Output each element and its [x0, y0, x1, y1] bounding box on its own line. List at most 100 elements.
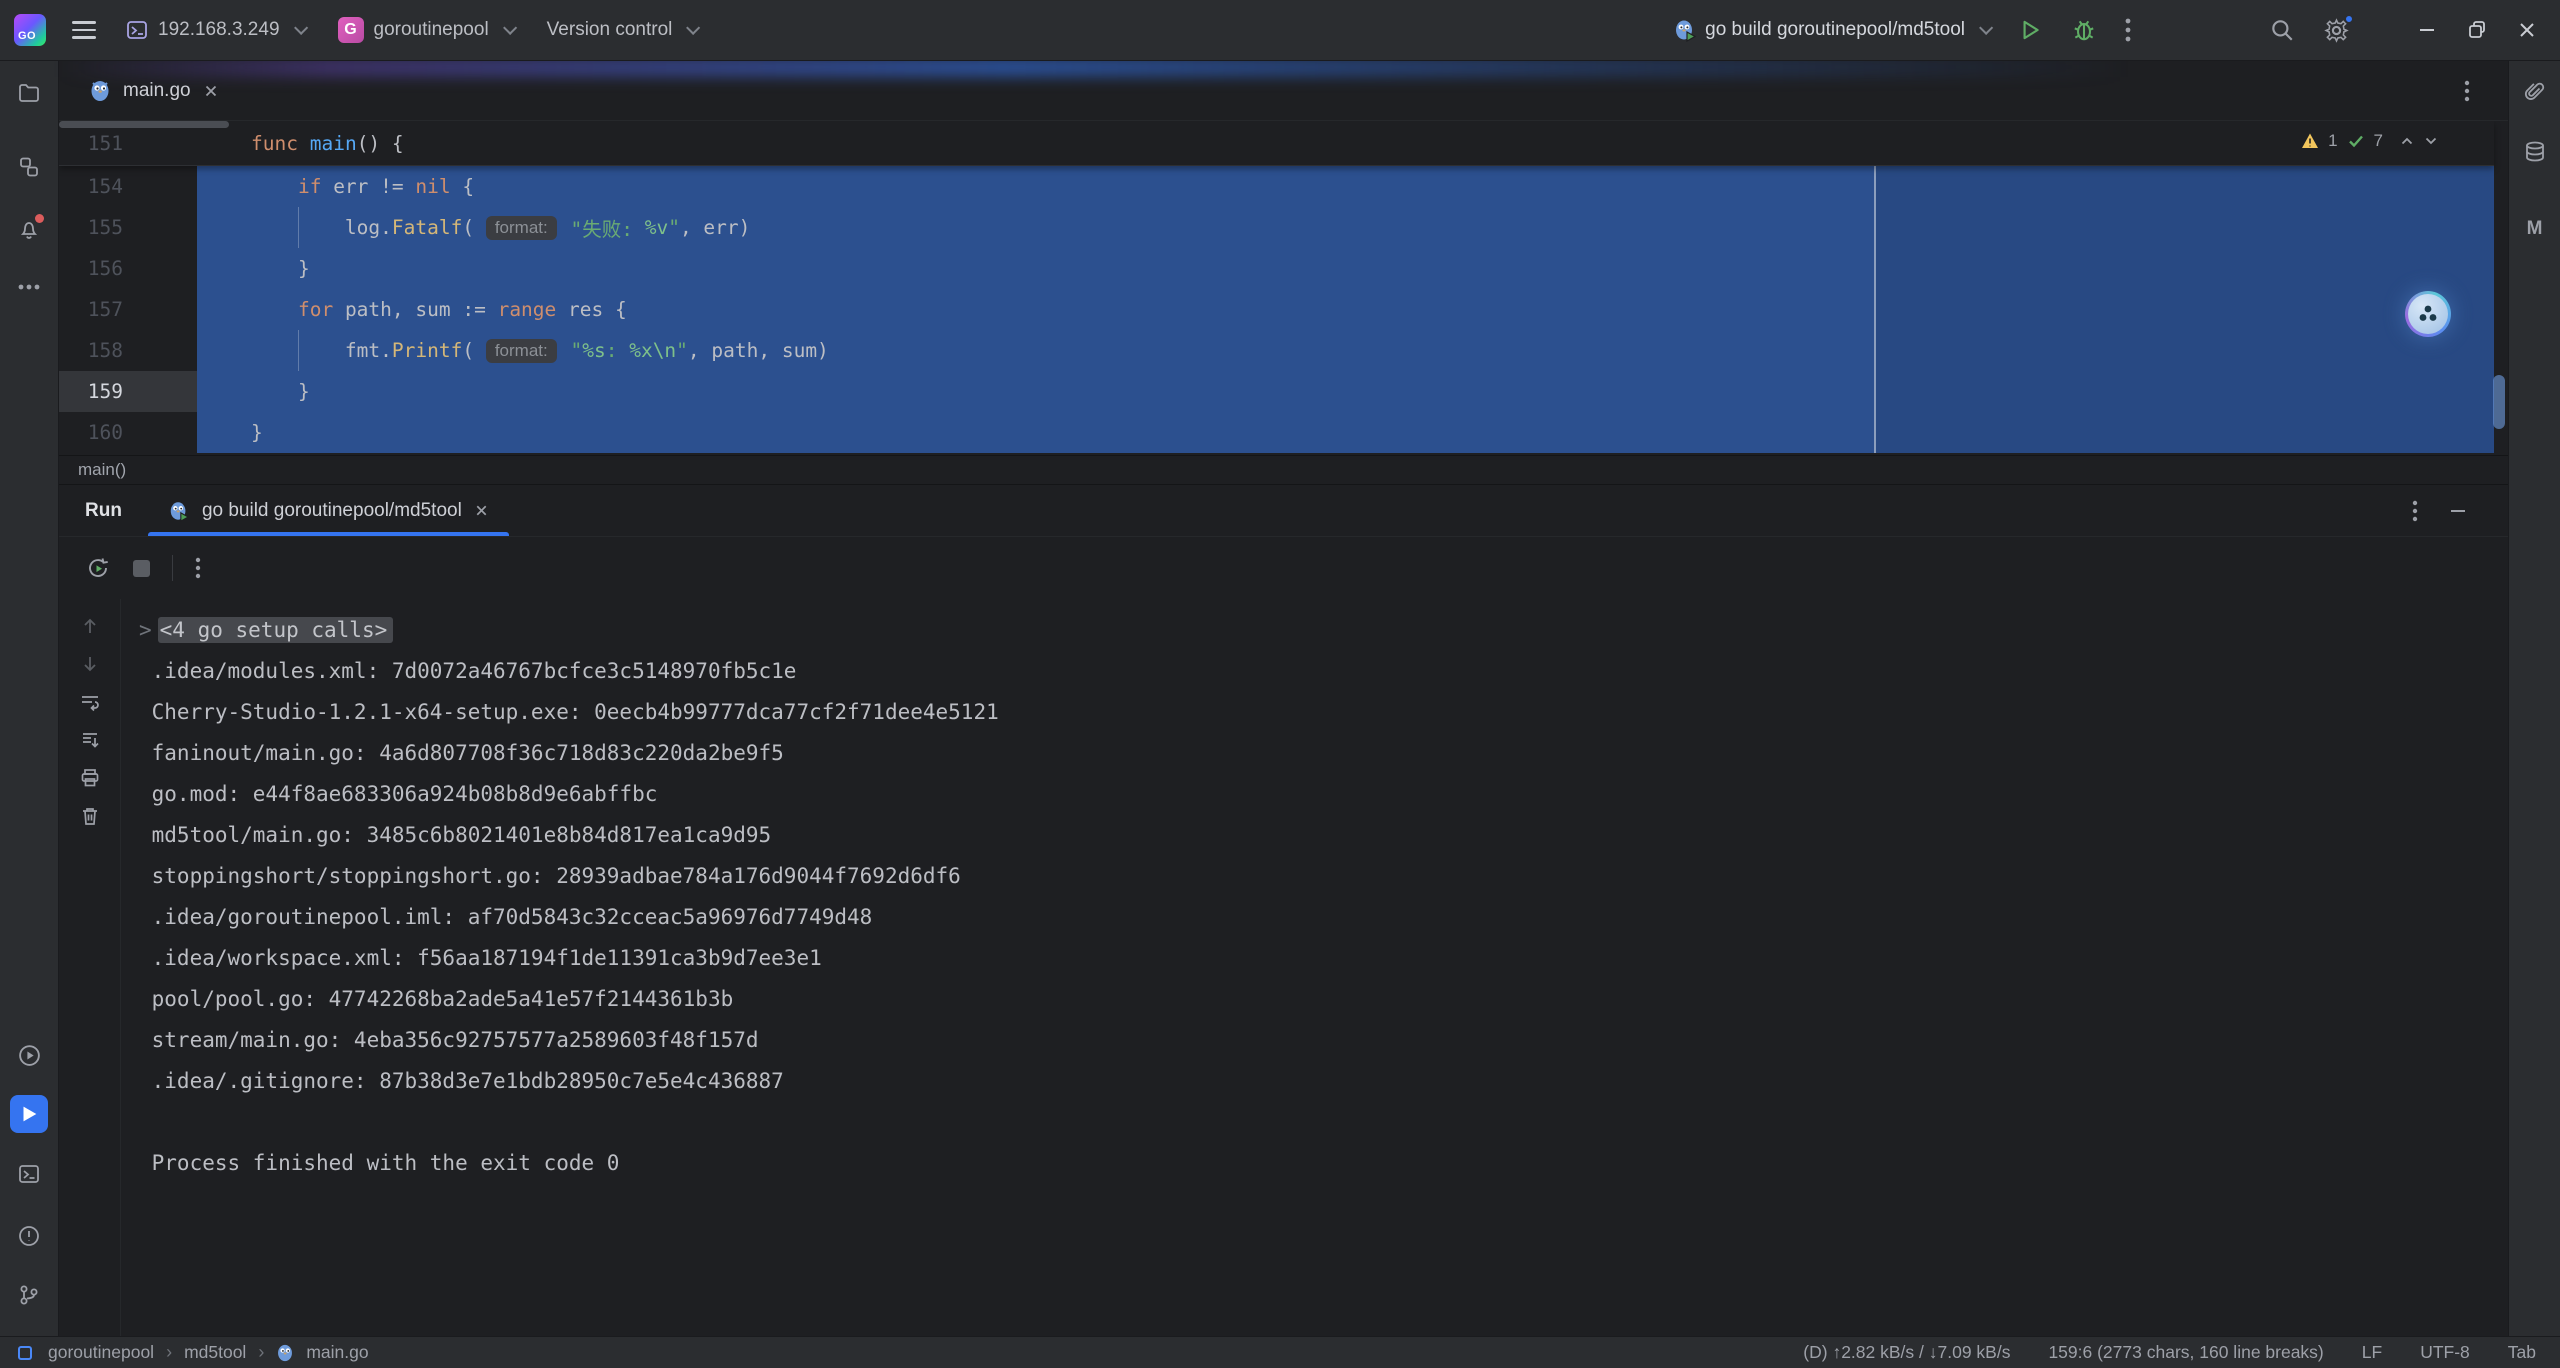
print-button[interactable] [75, 763, 105, 793]
database-tool-button[interactable] [2516, 133, 2554, 171]
prev-problem-icon[interactable] [2400, 134, 2414, 148]
editor-vertical-scrollbar[interactable] [2493, 375, 2505, 429]
run-configuration-selector[interactable]: go build goroutinepool/md5tool [1673, 18, 1989, 42]
hide-panel-button[interactable] [2448, 501, 2468, 521]
line-ending-indicator[interactable]: LF [2362, 1342, 2382, 1363]
prev-occurrence-button[interactable] [75, 611, 105, 641]
ai-assistant-floating-button[interactable] [2405, 291, 2451, 337]
console-folded-line[interactable]: ><4 go setup calls> [139, 609, 2508, 650]
console-output[interactable]: ><4 go setup calls> .idea/modules.xml: 7… [121, 599, 2508, 1336]
fold-expand-icon[interactable]: > [139, 618, 152, 642]
console-line[interactable]: md5tool/main.go: 3485c6b8021401e8b84d817… [139, 814, 2508, 855]
search-everywhere-button[interactable] [2269, 17, 2295, 43]
console-line[interactable]: .idea/.gitignore: 87b38d3e7e1bdb28950c7e… [139, 1060, 2508, 1101]
code-text[interactable]: } [197, 412, 2494, 453]
console-more-button[interactable] [195, 556, 201, 580]
crumb-separator: › [258, 1342, 264, 1363]
services-tool-button[interactable] [10, 1036, 48, 1074]
project-tool-button[interactable] [10, 74, 48, 112]
line-number[interactable]: 154 [59, 166, 197, 207]
code-text[interactable]: if err != nil { [197, 166, 2494, 207]
soft-wrap-button[interactable] [75, 687, 105, 717]
tab-scrollbar[interactable] [59, 121, 229, 128]
code-line-160[interactable]: 160} [59, 412, 2494, 453]
code-line-158[interactable]: 158 fmt.Printf( format: "%s: %x\n", path… [59, 330, 2494, 371]
problems-tool-button[interactable] [10, 1217, 48, 1255]
remote-terminal-icon [126, 19, 148, 41]
git-tool-button[interactable] [10, 1276, 48, 1314]
line-number[interactable]: 158 [59, 330, 197, 371]
makefile-tool-button[interactable]: M [2516, 210, 2554, 248]
caret-position-indicator[interactable]: 159:6 (2773 chars, 160 line breaks) [2048, 1342, 2323, 1363]
indent-style-indicator[interactable]: Tab [2508, 1342, 2536, 1363]
run-button[interactable] [2017, 17, 2043, 43]
settings-button[interactable] [2323, 17, 2350, 44]
terminal-tool-button[interactable] [10, 1155, 48, 1193]
ai-assistant-tool-button[interactable] [2516, 74, 2554, 112]
console-line[interactable]: stoppingshort/stoppingshort.go: 28939adb… [139, 855, 2508, 896]
code-text[interactable]: fmt.Printf( format: "%s: %x\n", path, su… [197, 330, 2494, 371]
notifications-bell-button[interactable] [10, 210, 48, 248]
close-run-tab-icon[interactable] [474, 503, 489, 518]
console-line[interactable]: .idea/workspace.xml: f56aa187194f1de1139… [139, 937, 2508, 978]
console-exit-line[interactable]: Process finished with the exit code 0 [139, 1142, 2508, 1183]
console-line[interactable]: Cherry-Studio-1.2.1-x64-setup.exe: 0eecb… [139, 691, 2508, 732]
rerun-button[interactable] [85, 555, 111, 581]
console-line[interactable]: pool/pool.go: 47742268ba2ade5a41e57f2144… [139, 978, 2508, 1019]
debug-button[interactable] [2071, 17, 2097, 43]
remote-host-selector[interactable]: 192.168.3.249 [122, 13, 308, 47]
console-line[interactable]: stream/main.go: 4eba356c92757577a2589603… [139, 1019, 2508, 1060]
code-text[interactable]: } [197, 248, 2494, 289]
line-number[interactable]: 159 [59, 371, 197, 412]
code-line-151[interactable]: 151func main() { [59, 121, 2494, 166]
close-window-button[interactable] [2516, 19, 2538, 41]
line-number[interactable]: 155 [59, 207, 197, 248]
tab-list-more-button[interactable] [2464, 79, 2470, 103]
crumb-project[interactable]: goroutinepool [48, 1342, 154, 1363]
network-speed-indicator[interactable]: (D) ↑2.82 kB/s / ↓7.09 kB/s [1803, 1342, 2010, 1363]
scroll-to-end-button[interactable] [75, 725, 105, 755]
crumb-package[interactable]: md5tool [184, 1342, 246, 1363]
editor-tab-bar: main.go [59, 61, 2508, 121]
console-line[interactable]: faninout/main.go: 4a6d807708f36c718d83c2… [139, 732, 2508, 773]
inspections-widget[interactable]: 1 7 [2301, 131, 2438, 151]
code-text[interactable]: func main() { [197, 121, 2494, 165]
encoding-indicator[interactable]: UTF-8 [2420, 1342, 2470, 1363]
more-actions-button[interactable] [2125, 17, 2131, 43]
console-line[interactable]: go.mod: e44f8ae683306a924b08b8d9e6abffbc [139, 773, 2508, 814]
run-tab[interactable]: go build goroutinepool/md5tool [148, 485, 509, 536]
code-text[interactable]: log.Fatalf( format: "失败: %v", err) [197, 207, 2494, 248]
line-number[interactable]: 157 [59, 289, 197, 330]
close-tab-icon[interactable] [203, 83, 219, 99]
stop-button[interactable] [133, 560, 150, 577]
code-line-157[interactable]: 157 for path, sum := range res { [59, 289, 2494, 330]
status-breadcrumbs[interactable]: goroutinepool › md5tool › main.go [18, 1342, 369, 1363]
line-number[interactable]: 156 [59, 248, 197, 289]
structure-tool-button[interactable] [10, 148, 48, 186]
run-panel-more-button[interactable] [2412, 499, 2418, 523]
next-occurrence-button[interactable] [75, 649, 105, 679]
breadcrumb-scope[interactable]: main() [78, 460, 126, 480]
restore-window-button[interactable] [2466, 19, 2488, 41]
code-line-156[interactable]: 156 } [59, 248, 2494, 289]
console-line[interactable]: .idea/modules.xml: 7d0072a46767bcfce3c51… [139, 650, 2508, 691]
fold-marker[interactable]: <4 go setup calls> [158, 617, 394, 643]
crumb-file[interactable]: main.go [306, 1342, 368, 1363]
next-problem-icon[interactable] [2424, 134, 2438, 148]
version-control-menu[interactable]: Version control [543, 13, 701, 47]
minimize-button[interactable] [2416, 19, 2438, 41]
console-line[interactable]: .idea/goroutinepool.iml: af70d5843c32cce… [139, 896, 2508, 937]
run-tool-button[interactable] [10, 1095, 48, 1133]
code-line-155[interactable]: 155 log.Fatalf( format: "失败: %v", err) [59, 207, 2494, 248]
more-tool-windows-button[interactable] [10, 268, 48, 306]
editor-tab-main-go[interactable]: main.go [59, 61, 237, 120]
line-number[interactable]: 160 [59, 412, 197, 453]
code-editor[interactable]: 151func main() {154 if err != nil {155 l… [59, 121, 2508, 455]
code-line-159[interactable]: 159 } [59, 371, 2494, 412]
project-selector[interactable]: G goroutinepool [334, 11, 517, 49]
main-menu-button[interactable] [72, 21, 96, 39]
code-text[interactable]: for path, sum := range res { [197, 289, 2494, 330]
code-text[interactable]: } [197, 371, 2494, 412]
code-line-154[interactable]: 154 if err != nil { [59, 166, 2494, 207]
clear-console-button[interactable] [75, 801, 105, 831]
